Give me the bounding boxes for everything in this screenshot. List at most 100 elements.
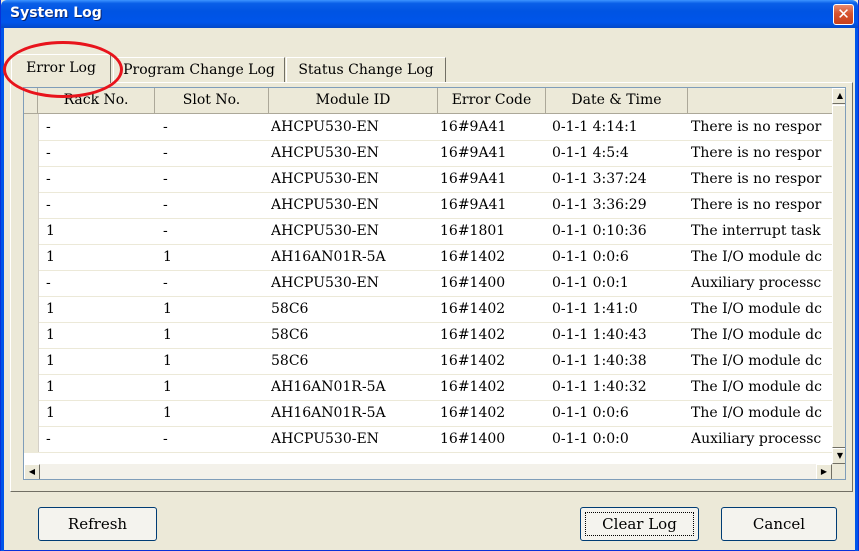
cell-description: The I/O module dc [691,353,822,369]
table-row[interactable]: - - AHCPU530-EN 16#9A41 0-1-1 3:36:29 There i… [24,192,836,219]
scroll-right-icon[interactable]: ▶ [816,464,832,479]
scroll-down-icon[interactable]: ▼ [832,448,845,464]
cell-error-code: 16#1402 [440,301,506,317]
header-slot-no[interactable]: Slot No. [155,88,269,113]
scroll-left-icon[interactable]: ◀ [24,464,40,479]
tab-error-log[interactable]: Error Log [11,54,111,83]
cell-rack-no: - [46,275,51,291]
tab-program-change-log[interactable]: Program Change Log [113,57,285,82]
cell-slot-no: 1 [163,353,172,369]
cell-error-code: 16#1402 [440,327,506,343]
header-corner [24,88,38,113]
row-selector[interactable] [24,296,39,322]
cell-error-code: 16#9A41 [440,197,507,213]
tab-status-change-log[interactable]: Status Change Log [286,57,446,82]
cell-rack-no: - [46,197,51,213]
cell-date-time: 0-1-1 4:14:1 [552,119,638,135]
cell-slot-no: 1 [163,405,172,421]
row-selector[interactable] [24,244,39,270]
cell-module-id: 58C6 [271,327,309,343]
row-selector[interactable] [24,114,39,140]
cell-error-code: 16#1402 [440,249,506,265]
row-selector[interactable] [24,140,39,166]
cancel-button[interactable]: Cancel [721,507,837,541]
table-row[interactable]: - - AHCPU530-EN 16#1400 0-1-1 0:0:1 Auxiliary… [24,270,836,297]
table-header: Rack No. Slot No. Module ID Error Code D… [24,88,845,114]
window-title: System Log [10,5,102,21]
cell-error-code: 16#9A41 [440,119,507,135]
row-selector[interactable] [24,270,39,296]
cell-slot-no: 1 [163,301,172,317]
header-rack-no[interactable]: Rack No. [38,88,155,113]
cell-date-time: 0-1-1 4:5:4 [552,145,629,161]
table-row[interactable]: - - AHCPU530-EN 16#9A41 0-1-1 4:5:4 There is … [24,140,836,167]
cell-slot-no: - [163,145,168,161]
cell-slot-no: 1 [163,249,172,265]
vertical-scrollbar[interactable]: ▲ ▼ [832,88,845,464]
table-row[interactable]: - - AHCPU530-EN 16#1400 0-1-1 0:0:0 Auxiliary… [24,426,836,453]
cell-rack-no: 1 [46,223,55,239]
cell-error-code: 16#1400 [440,275,506,291]
table-row[interactable]: 1 1 AH16AN01R-5A 16#1402 0-1-1 0:0:6 The I/O … [24,244,836,271]
title-bar[interactable]: System Log ✕ [1,0,858,28]
table-row[interactable]: - - AHCPU530-EN 16#9A41 0-1-1 3:37:24 There i… [24,166,836,193]
cell-rack-no: 1 [46,379,55,395]
close-icon[interactable]: ✕ [833,4,854,25]
cell-description: There is no respor [691,197,822,213]
row-selector[interactable] [24,426,39,452]
cell-date-time: 0-1-1 0:0:1 [552,275,629,291]
table-row[interactable]: 1 1 AH16AN01R-5A 16#1402 0-1-1 1:40:32 The I/… [24,374,836,401]
cell-date-time: 0-1-1 0:0:0 [552,431,629,447]
cell-rack-no: 1 [46,301,55,317]
focus-rectangle [585,512,694,536]
table-row[interactable]: - - AHCPU530-EN 16#9A41 0-1-1 4:14:1 There is… [24,114,836,141]
cell-date-time: 0-1-1 0:10:36 [552,223,647,239]
row-selector[interactable] [24,400,39,426]
header-error-code[interactable]: Error Code [438,88,546,113]
row-selector[interactable] [24,322,39,348]
cell-description: The interrupt task [691,223,821,239]
row-selector[interactable] [24,348,39,374]
cell-error-code: 16#9A41 [440,145,507,161]
cell-slot-no: - [163,431,168,447]
table-row[interactable]: 1 1 AH16AN01R-5A 16#1402 0-1-1 0:0:6 The I/O … [24,400,836,427]
cell-date-time: 0-1-1 1:40:43 [552,327,647,343]
cell-rack-no: - [46,171,51,187]
horizontal-scrollbar[interactable]: ◀ ▶ [24,464,832,479]
row-selector[interactable] [24,374,39,400]
row-selector[interactable] [24,192,39,218]
cell-slot-no: - [163,275,168,291]
cell-description: The I/O module dc [691,379,822,395]
header-module-id[interactable]: Module ID [269,88,438,113]
cell-date-time: 0-1-1 3:37:24 [552,171,647,187]
cell-description: The I/O module dc [691,327,822,343]
cell-date-time: 0-1-1 1:41:0 [552,301,638,317]
cell-rack-no: 1 [46,353,55,369]
cell-rack-no: - [46,145,51,161]
scroll-up-icon[interactable]: ▲ [832,88,845,104]
cell-date-time: 0-1-1 3:36:29 [552,197,647,213]
cell-slot-no: 1 [163,327,172,343]
header-date-time[interactable]: Date & Time [546,88,688,113]
table-row[interactable]: 1 1 58C6 16#1402 0-1-1 1:40:43 The I/O module… [24,322,836,349]
cell-slot-no: 1 [163,379,172,395]
header-description[interactable] [688,88,832,113]
row-selector[interactable] [24,218,39,244]
cell-module-id: AH16AN01R-5A [271,405,386,421]
cell-description: The I/O module dc [691,405,822,421]
cell-error-code: 16#1402 [440,405,506,421]
table-row[interactable]: 1 1 58C6 16#1402 0-1-1 1:40:38 The I/O module… [24,348,836,375]
refresh-button[interactable]: Refresh [38,507,157,541]
table-row[interactable]: 1 - AHCPU530-EN 16#1801 0-1-1 0:10:36 The int… [24,218,836,245]
clear-log-button[interactable]: Clear Log [580,507,699,541]
cell-module-id: AHCPU530-EN [271,197,379,213]
cell-module-id: AHCPU530-EN [271,275,379,291]
window-frame-left [1,28,4,551]
table-row[interactable]: 1 1 58C6 16#1402 0-1-1 1:41:0 The I/O module … [24,296,836,323]
row-selector[interactable] [24,166,39,192]
cell-slot-no: - [163,223,168,239]
cell-module-id: AHCPU530-EN [271,171,379,187]
vertical-scroll-thumb[interactable] [832,105,845,448]
cell-module-id: 58C6 [271,353,309,369]
cell-description: There is no respor [691,119,822,135]
